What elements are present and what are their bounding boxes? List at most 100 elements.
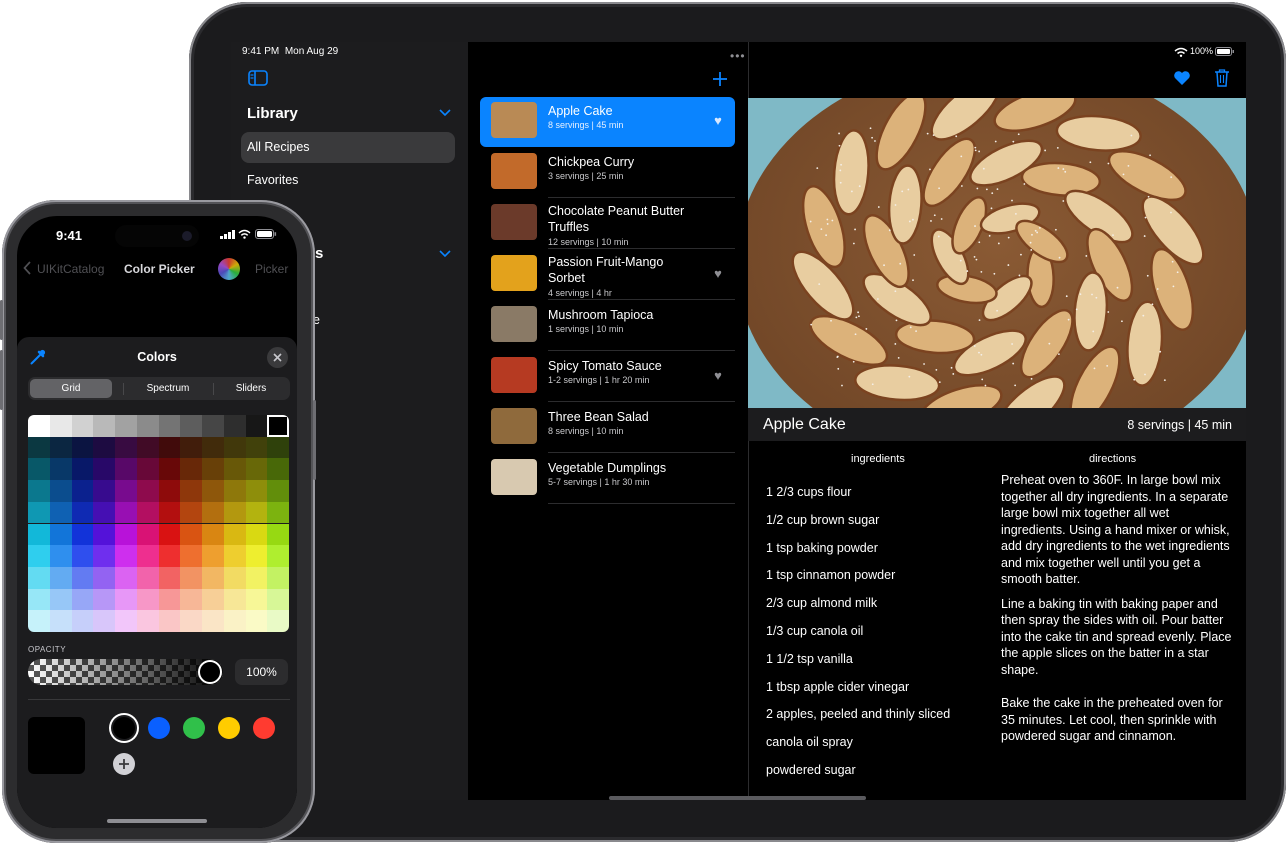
sidebar-toggle-icon[interactable] [248, 70, 268, 86]
color-grid-cell[interactable] [158, 523, 181, 546]
color-grid-cell[interactable] [71, 523, 94, 546]
color-grid-cell[interactable] [245, 436, 268, 459]
color-grid-cell[interactable] [71, 458, 94, 481]
color-grid[interactable] [28, 415, 289, 632]
color-grid-cell[interactable] [71, 610, 94, 632]
color-grid-cell[interactable] [136, 588, 159, 611]
color-grid-cell[interactable] [93, 545, 115, 567]
color-grid-cell[interactable] [158, 588, 181, 611]
color-grid-cell[interactable] [267, 523, 289, 546]
color-grid-cell[interactable] [180, 610, 202, 632]
color-grid-cell[interactable] [202, 480, 224, 502]
color-grid-cell[interactable] [267, 545, 289, 567]
color-grid-cell[interactable] [180, 480, 202, 502]
color-swatch[interactable] [113, 717, 135, 739]
color-swatch[interactable] [253, 717, 275, 739]
color-grid-cell[interactable] [93, 588, 115, 611]
trash-icon[interactable] [1214, 69, 1230, 87]
color-grid-cell[interactable] [202, 588, 224, 611]
color-grid-cell[interactable] [93, 501, 115, 524]
color-grid-cell[interactable] [202, 458, 224, 481]
color-grid-cell[interactable] [93, 458, 115, 481]
color-grid-cell[interactable] [223, 480, 246, 502]
color-grid-cell[interactable] [245, 523, 268, 546]
color-grid-cell[interactable] [136, 566, 159, 589]
back-chevron-icon[interactable] [23, 261, 32, 275]
color-grid-cell[interactable] [245, 480, 268, 502]
color-grid-cell[interactable] [93, 610, 115, 632]
color-swatch[interactable] [183, 717, 205, 739]
color-grid-cell[interactable] [180, 415, 202, 437]
color-grid-cell[interactable] [158, 436, 181, 459]
color-grid-cell[interactable] [93, 436, 115, 459]
color-grid-cell[interactable] [202, 436, 224, 459]
color-grid-cell[interactable] [202, 523, 224, 546]
color-grid-cell[interactable] [245, 458, 268, 481]
color-grid-cell[interactable] [223, 610, 246, 632]
color-grid-cell[interactable] [28, 523, 50, 546]
color-grid-cell[interactable] [49, 523, 72, 546]
color-grid-cell[interactable] [223, 545, 246, 567]
color-grid-cell[interactable] [49, 458, 72, 481]
color-grid-cell[interactable] [49, 566, 72, 589]
color-grid-cell[interactable] [202, 501, 224, 524]
color-grid-cell[interactable] [28, 501, 50, 524]
color-grid-cell[interactable] [28, 436, 50, 459]
recipe-row[interactable]: Mushroom Tapioca 1 servings | 10 min [480, 301, 735, 351]
color-grid-cell[interactable] [28, 610, 50, 632]
color-grid-cell[interactable] [223, 458, 246, 481]
color-grid-cell[interactable] [93, 415, 115, 437]
color-swatch[interactable] [218, 717, 240, 739]
more-dots-icon[interactable]: ••• [730, 49, 746, 63]
color-grid-cell[interactable] [93, 523, 115, 546]
color-grid-cell[interactable] [49, 436, 72, 459]
color-grid-cell[interactable] [115, 545, 137, 567]
color-grid-cell[interactable] [136, 436, 159, 459]
color-grid-cell[interactable] [223, 415, 246, 437]
color-grid-cell[interactable] [158, 501, 181, 524]
back-button[interactable]: UIKitCatalog [37, 262, 104, 276]
add-swatch-button[interactable] [113, 753, 135, 775]
recipe-row[interactable]: Chocolate Peanut Butter Truffles 12 servi… [480, 199, 735, 249]
favorite-heart-icon[interactable] [1173, 70, 1191, 86]
color-grid-cell[interactable] [202, 610, 224, 632]
color-grid-cell[interactable] [28, 458, 50, 481]
color-grid-cell[interactable] [115, 458, 137, 481]
color-grid-cell[interactable] [136, 415, 159, 437]
color-grid-cell[interactable] [180, 545, 202, 567]
color-grid-cell[interactable] [180, 523, 202, 546]
color-grid-cell[interactable] [115, 588, 137, 611]
color-grid-cell[interactable] [267, 610, 289, 632]
color-grid-cell[interactable] [158, 415, 181, 437]
segment-grid[interactable]: Grid [30, 383, 112, 394]
color-grid-cell[interactable] [28, 566, 50, 589]
picker-button[interactable]: Picker [255, 262, 288, 276]
color-grid-cell[interactable] [71, 415, 94, 437]
recipe-row[interactable]: Spicy Tomato Sauce 1-2 servings | 1 hr 20… [480, 352, 735, 402]
color-grid-cell[interactable] [49, 415, 72, 437]
home-indicator[interactable] [107, 819, 207, 823]
color-grid-cell[interactable] [49, 545, 72, 567]
color-swatch[interactable] [148, 717, 170, 739]
color-grid-cell[interactable] [71, 588, 94, 611]
color-grid-cell[interactable] [49, 588, 72, 611]
color-grid-cell[interactable] [158, 610, 181, 632]
recipe-row[interactable]: Three Bean Salad 8 servings | 10 min [480, 403, 735, 453]
recipe-row[interactable]: Chickpea Curry 3 servings | 25 min [480, 148, 735, 198]
color-grid-cell[interactable] [202, 545, 224, 567]
favorite-heart-icon[interactable]: ♥ [711, 267, 725, 280]
opacity-slider[interactable] [28, 659, 223, 685]
chevron-down-icon[interactable] [439, 109, 451, 117]
recipe-row[interactable]: Passion Fruit-Mango Sorbet 4 servings | 4… [480, 250, 735, 300]
color-grid-cell[interactable] [71, 501, 94, 524]
segment-spectrum[interactable]: Spectrum [124, 383, 212, 394]
color-grid-cell[interactable] [180, 458, 202, 481]
color-grid-cell[interactable] [115, 610, 137, 632]
color-grid-cell[interactable] [115, 501, 137, 524]
color-grid-cell[interactable] [93, 480, 115, 502]
recipe-row[interactable]: Apple Cake 8 servings | 45 min ♥ [480, 97, 735, 147]
home-indicator[interactable] [609, 796, 866, 800]
color-grid-cell[interactable] [158, 458, 181, 481]
color-grid-cell[interactable] [28, 588, 50, 611]
color-grid-cell[interactable] [28, 545, 50, 567]
